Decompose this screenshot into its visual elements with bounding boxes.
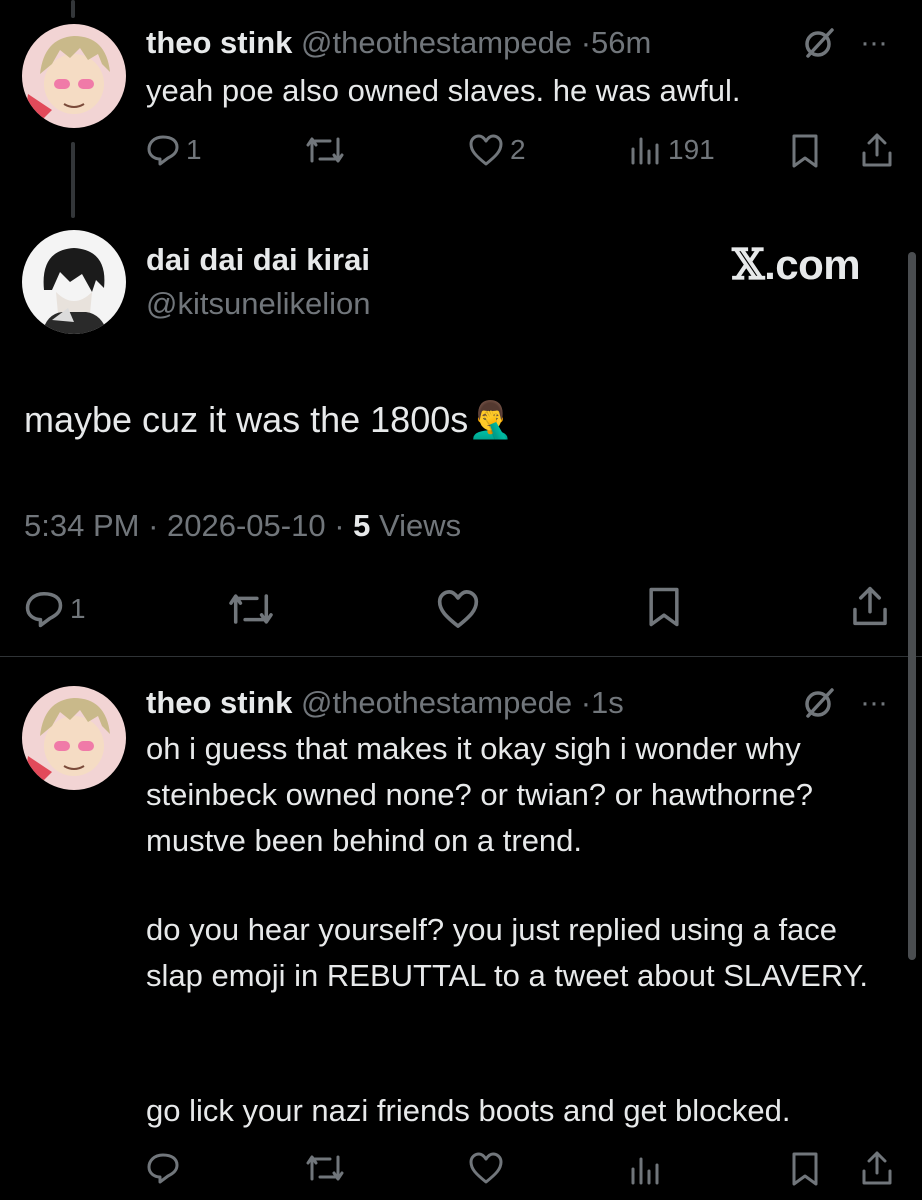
avatar-theo-stink[interactable] — [22, 686, 126, 790]
heart-icon — [469, 134, 503, 166]
bookmark-button[interactable] — [790, 1151, 820, 1187]
avatar-theo-stink[interactable] — [22, 24, 126, 128]
views-count: 191 — [668, 134, 715, 165]
bookmark-button[interactable] — [646, 586, 682, 628]
views-icon — [631, 1157, 659, 1185]
repost-button[interactable] — [304, 1151, 346, 1185]
reply1-header: theo stink @theothestampede ·56m — [146, 24, 651, 62]
tweet-time[interactable]: 5:34 PM — [24, 508, 139, 543]
repost-icon — [306, 137, 344, 163]
bookmark-icon — [792, 134, 818, 168]
separator-dot: · — [580, 25, 592, 60]
more-icon[interactable]: ··· — [860, 688, 888, 718]
views-label: Views — [379, 508, 462, 543]
reply-count: 1 — [186, 134, 202, 165]
share-button[interactable] — [860, 1149, 894, 1187]
repost-icon — [229, 594, 273, 624]
tweet-date[interactable]: 2026-05-10 — [167, 508, 326, 543]
share-icon — [862, 133, 892, 167]
like-button[interactable]: 2 — [468, 133, 526, 167]
separator-dot: · — [580, 685, 592, 720]
author-name[interactable]: dai dai dai kirai — [146, 242, 370, 278]
reply-button[interactable]: 1 — [24, 589, 86, 629]
reply-button[interactable]: 1 — [146, 133, 202, 167]
author-handle[interactable]: @theothestampede — [301, 685, 572, 720]
share-icon — [853, 586, 887, 626]
avatar-dai-dai-dai-kirai[interactable] — [22, 230, 126, 334]
reply-icon — [25, 591, 63, 628]
repost-button[interactable] — [226, 589, 276, 629]
share-icon — [862, 1151, 892, 1185]
reply2-paragraph-2: do you hear yourself? you just replied u… — [146, 912, 868, 993]
post-time[interactable]: 1s — [591, 685, 624, 720]
bookmark-icon — [792, 1152, 818, 1186]
divider — [0, 656, 922, 657]
author-name[interactable]: theo stink — [146, 685, 292, 720]
reply2-header: theo stink @theothestampede ·1s — [146, 684, 624, 722]
bookmark-icon — [649, 587, 679, 627]
facepalm-emoji: 🤦‍♂️ — [468, 399, 514, 440]
post-time[interactable]: 56m — [591, 25, 651, 60]
views-count: 5 — [353, 508, 371, 543]
x-com-watermark: 𝕏.com — [732, 240, 861, 289]
share-button[interactable] — [850, 584, 890, 628]
reply-button[interactable] — [146, 1151, 180, 1185]
more-icon[interactable]: ··· — [860, 28, 888, 58]
repost-icon — [306, 1155, 344, 1181]
author-handle[interactable]: @theothestampede — [301, 25, 572, 60]
reply2-paragraph-1: oh i guess that makes it okay sigh i won… — [146, 731, 813, 858]
reply1-text: yeah poe also owned slaves. he was awful… — [146, 73, 741, 108]
main-tweet-text: maybe cuz it was the 1800s🤦‍♂️ — [24, 399, 514, 440]
share-button[interactable] — [860, 131, 894, 169]
heart-icon — [437, 590, 479, 628]
author-name[interactable]: theo stink — [146, 25, 292, 60]
reply2-topright: ··· — [800, 684, 888, 722]
bookmark-button[interactable] — [790, 133, 820, 169]
views-button[interactable] — [628, 1153, 662, 1187]
repost-button[interactable] — [304, 133, 346, 167]
views-icon — [631, 137, 659, 165]
grok-icon[interactable] — [800, 684, 838, 722]
thread-line-top — [71, 0, 75, 18]
reply-icon — [147, 1153, 179, 1184]
thread-line-connector — [71, 142, 75, 218]
heart-icon — [469, 1152, 503, 1184]
like-button[interactable] — [436, 588, 480, 630]
reply2-paragraph-3: go lick your nazi friends boots and get … — [146, 1093, 791, 1128]
author-handle[interactable]: @kitsunelikelion — [146, 286, 370, 322]
like-count: 2 — [510, 134, 526, 165]
scrollbar[interactable] — [908, 252, 916, 960]
like-button[interactable] — [468, 1151, 504, 1185]
grok-icon[interactable] — [800, 24, 838, 62]
reply-icon — [147, 135, 179, 166]
reply1-topright: ··· — [800, 24, 888, 62]
views-button[interactable]: 191 — [628, 133, 715, 167]
reply-count: 1 — [70, 593, 86, 624]
tweet-meta: 5:34 PM · 2026-05-10 · 5 Views — [24, 508, 462, 543]
